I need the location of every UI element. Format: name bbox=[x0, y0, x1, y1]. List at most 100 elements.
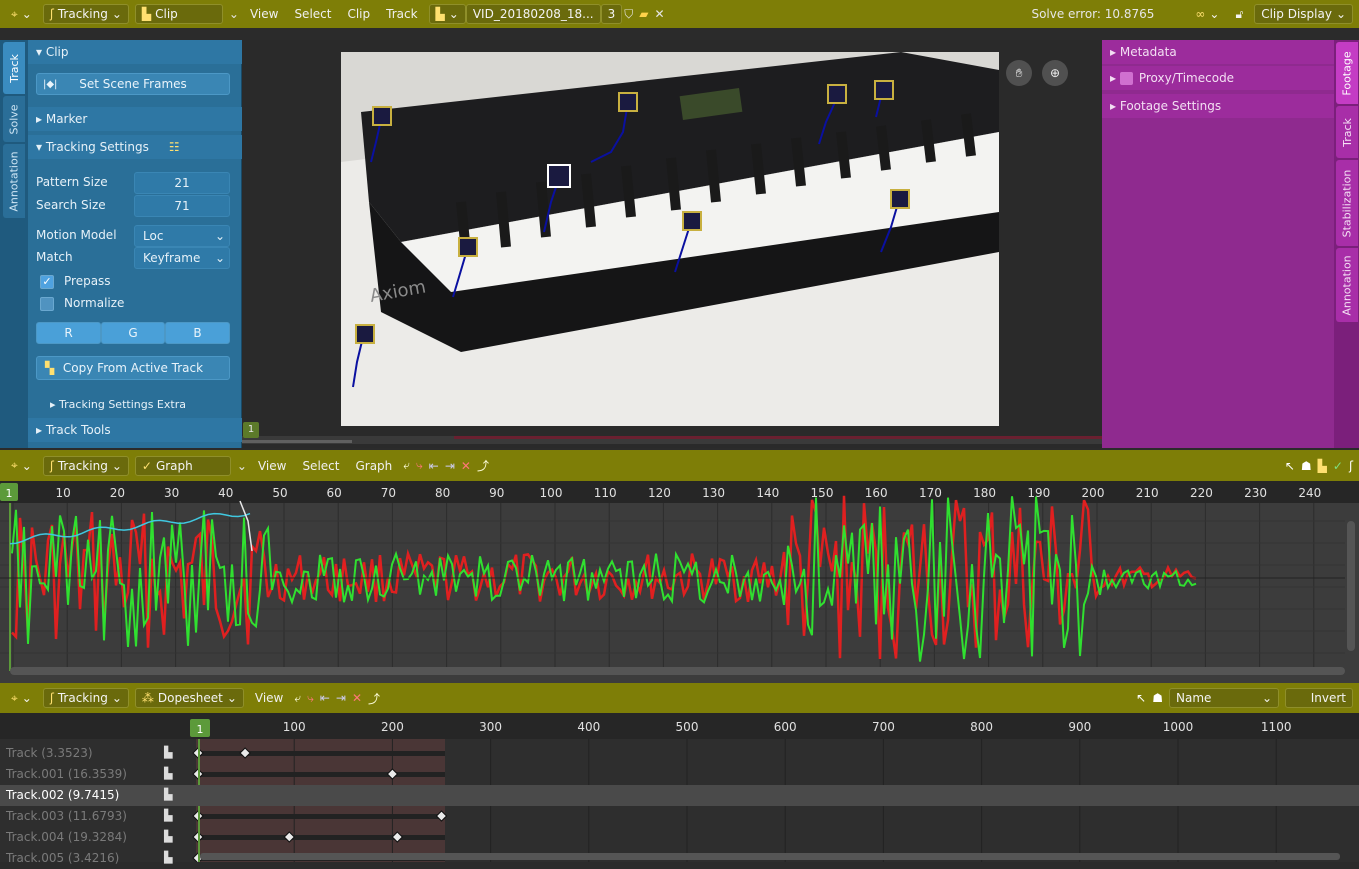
search-size-field[interactable]: 71 bbox=[134, 195, 230, 217]
dope-view-select[interactable]: ⁂ Dopesheet ⌄ bbox=[134, 688, 244, 708]
graph-area[interactable]: 10 20 30 40 50 60 70 80 90 100 110 120 130 140 150 160 1… bbox=[0, 481, 1359, 683]
menu-track[interactable]: Track bbox=[381, 7, 422, 21]
editor-type-button[interactable]: ⌖ ⌄ bbox=[6, 5, 37, 24]
clear-path-icon[interactable]: ⤶ bbox=[294, 691, 301, 706]
delete-curve-icon[interactable]: ⤷ bbox=[307, 691, 314, 706]
tab-stabilization[interactable]: Stabilization bbox=[1336, 160, 1358, 246]
join-tracks-icon[interactable]: ⤴ bbox=[368, 690, 380, 707]
track-name[interactable]: Track.001 (16.3539) bbox=[6, 767, 127, 781]
clear-remained-icon[interactable]: ⇥ bbox=[445, 459, 455, 473]
channel-r-toggle[interactable]: R bbox=[36, 322, 101, 344]
track-lock-icon[interactable]: ▙ bbox=[164, 746, 172, 759]
tab-annotation[interactable]: Annotation bbox=[3, 144, 25, 218]
pattern-size-field[interactable]: 21 bbox=[134, 172, 230, 194]
graph-canvas[interactable]: 10 20 30 40 50 60 70 80 90 100 110 120 130 140 150 160 1… bbox=[0, 481, 1359, 683]
tracking-toggle-icon[interactable]: ʃ bbox=[1349, 459, 1353, 473]
zoom-icon[interactable]: ⊕ bbox=[1042, 60, 1068, 86]
menu-view[interactable]: View bbox=[245, 7, 283, 21]
match-select[interactable]: Keyframe ⌄ bbox=[134, 247, 230, 269]
sort-select[interactable]: Name ⌄ bbox=[1169, 688, 1279, 708]
track-row[interactable]: Track.004 (19.3284) ▙ bbox=[0, 827, 1359, 848]
track-lock-icon[interactable]: ▙ bbox=[164, 851, 172, 864]
clip-display-select[interactable]: Clip Display ⌄ bbox=[1254, 4, 1353, 24]
marker-panel-header[interactable]: ▸ Marker bbox=[28, 107, 242, 131]
clear-remained-icon[interactable]: ⇥ bbox=[336, 691, 346, 705]
tab-track[interactable]: Track bbox=[3, 42, 25, 94]
proxy-checkbox[interactable] bbox=[1119, 71, 1133, 85]
metadata-header[interactable]: ▸ Metadata bbox=[1102, 40, 1334, 64]
clip-name-field[interactable]: VID_20180208_18... bbox=[465, 4, 601, 24]
editor-type-button[interactable]: ⌖ ⌄ bbox=[6, 456, 37, 475]
track-row[interactable]: Track.002 (9.7415) ▙ bbox=[0, 785, 1359, 806]
normalize-checkbox[interactable] bbox=[40, 297, 54, 311]
hand-icon[interactable]: ✋︎ bbox=[1006, 60, 1032, 86]
menu-clip[interactable]: Clip bbox=[342, 7, 375, 21]
graph-v-scrollbar[interactable] bbox=[1347, 521, 1355, 651]
ghost-icon[interactable]: ☗ bbox=[1301, 459, 1312, 473]
clip-browse-button[interactable]: ▙ ⌄ bbox=[428, 4, 466, 24]
graph-workspace-select[interactable]: ʃ Tracking ⌄ bbox=[42, 455, 129, 476]
graph-menu-view[interactable]: View bbox=[253, 459, 291, 473]
disable-marker-icon[interactable]: ✕ bbox=[461, 459, 471, 473]
dope-workspace-select[interactable]: ʃ Tracking ⌄ bbox=[42, 688, 129, 708]
folder-icon[interactable]: ▰ bbox=[639, 7, 648, 21]
clip-viewport[interactable]: Axiom ✋︎ ⊕ 1 bbox=[242, 40, 1102, 448]
track-lock-icon[interactable]: ▙ bbox=[164, 767, 172, 780]
tab-annotation-right[interactable]: Annotation bbox=[1336, 248, 1358, 322]
delete-curve-icon[interactable]: ⤷ bbox=[416, 458, 423, 473]
view-mode-select[interactable]: ▙ Clip bbox=[134, 4, 223, 24]
close-icon[interactable]: ✕ bbox=[655, 7, 665, 21]
track-name[interactable]: Track.005 (3.4216) bbox=[6, 851, 119, 865]
set-scene-frames-button[interactable]: |◆| Set Scene Frames bbox=[36, 73, 230, 95]
prepass-checkbox[interactable]: ✓ bbox=[40, 275, 54, 289]
select-cursor-icon[interactable]: ↖ bbox=[1285, 459, 1295, 473]
show-curves-icon[interactable]: ✓ bbox=[1333, 459, 1343, 473]
show-frames-icon[interactable]: ▙ bbox=[1318, 459, 1327, 473]
track-row[interactable]: Track.003 (11.6793) ▙ bbox=[0, 806, 1359, 827]
track-name[interactable]: Track.003 (11.6793) bbox=[6, 809, 127, 823]
clear-before-icon[interactable]: ⇤ bbox=[320, 691, 330, 705]
select-cursor-icon[interactable]: ↖ bbox=[1136, 691, 1146, 705]
join-tracks-icon[interactable]: ⤴ bbox=[477, 457, 489, 474]
workspace-select[interactable]: ʃ Tracking ⌄ bbox=[42, 4, 129, 24]
graph-h-scrollbar[interactable] bbox=[10, 667, 1345, 675]
track-tools-header[interactable]: ▸ Track Tools bbox=[28, 418, 242, 442]
clear-before-icon[interactable]: ⇤ bbox=[429, 459, 439, 473]
tracking-settings-extra-header[interactable]: ▸ Tracking Settings Extra bbox=[42, 392, 242, 416]
channel-g-toggle[interactable]: G bbox=[101, 322, 165, 344]
fake-user-icon[interactable]: ⛉ bbox=[624, 7, 633, 22]
clip-panel-header[interactable]: ▾ Clip bbox=[28, 40, 242, 64]
track-row[interactable]: Track.001 (16.3539) ▙ bbox=[0, 764, 1359, 785]
pivot-select[interactable]: ∞ ⌄ bbox=[1190, 5, 1224, 23]
dope-menu-view[interactable]: View bbox=[250, 691, 288, 705]
track-lock-icon[interactable]: ▙ bbox=[164, 809, 172, 822]
track-name[interactable]: Track.002 (9.7415) bbox=[6, 788, 119, 802]
graph-menu-graph[interactable]: Graph bbox=[350, 459, 397, 473]
graph-menu-select[interactable]: Select bbox=[297, 459, 344, 473]
footage-settings-header[interactable]: ▸ Footage Settings bbox=[1102, 94, 1334, 118]
copy-from-active-button[interactable]: ▚ Copy From Active Track bbox=[36, 356, 230, 380]
disable-marker-icon[interactable]: ✕ bbox=[352, 691, 362, 705]
editor-type-button[interactable]: ⌖ ⌄ bbox=[6, 689, 37, 708]
tab-solve[interactable]: Solve bbox=[3, 96, 25, 142]
presets-icon[interactable]: ☷ bbox=[169, 140, 180, 154]
lock-selection-button[interactable]: 🔓︎ bbox=[1230, 5, 1248, 24]
track-lock-icon[interactable]: ▙ bbox=[164, 830, 172, 843]
proxy-timecode-header[interactable]: ▸ Proxy/Timecode bbox=[1102, 66, 1334, 90]
tab-footage[interactable]: Footage bbox=[1336, 42, 1358, 104]
track-name[interactable]: Track.004 (19.3284) bbox=[6, 830, 127, 844]
track-name[interactable]: Track (3.3523) bbox=[6, 746, 93, 760]
clip-users-count[interactable]: 3 bbox=[600, 4, 623, 24]
tab-track-right[interactable]: Track bbox=[1336, 106, 1358, 158]
ghost-icon[interactable]: ☗ bbox=[1152, 691, 1163, 705]
invert-toggle[interactable]: Invert bbox=[1285, 688, 1353, 708]
menu-select[interactable]: Select bbox=[289, 7, 336, 21]
track-row[interactable]: Track.005 (3.4216) ▙ bbox=[0, 848, 1359, 869]
channel-b-toggle[interactable]: B bbox=[165, 322, 230, 344]
graph-view-select[interactable]: ✓ Graph bbox=[134, 455, 231, 476]
clear-path-icon[interactable]: ⤶ bbox=[403, 458, 410, 473]
track-lock-icon[interactable]: ▙ bbox=[164, 788, 172, 801]
motion-model-select[interactable]: Loc ⌄ bbox=[134, 225, 230, 247]
dopesheet-area[interactable]: 100 200 300 400 500 600 700 800 900 1000 1100 1 Tra… bbox=[0, 713, 1359, 865]
track-row[interactable]: Track (3.3523) ▙ bbox=[0, 743, 1359, 764]
